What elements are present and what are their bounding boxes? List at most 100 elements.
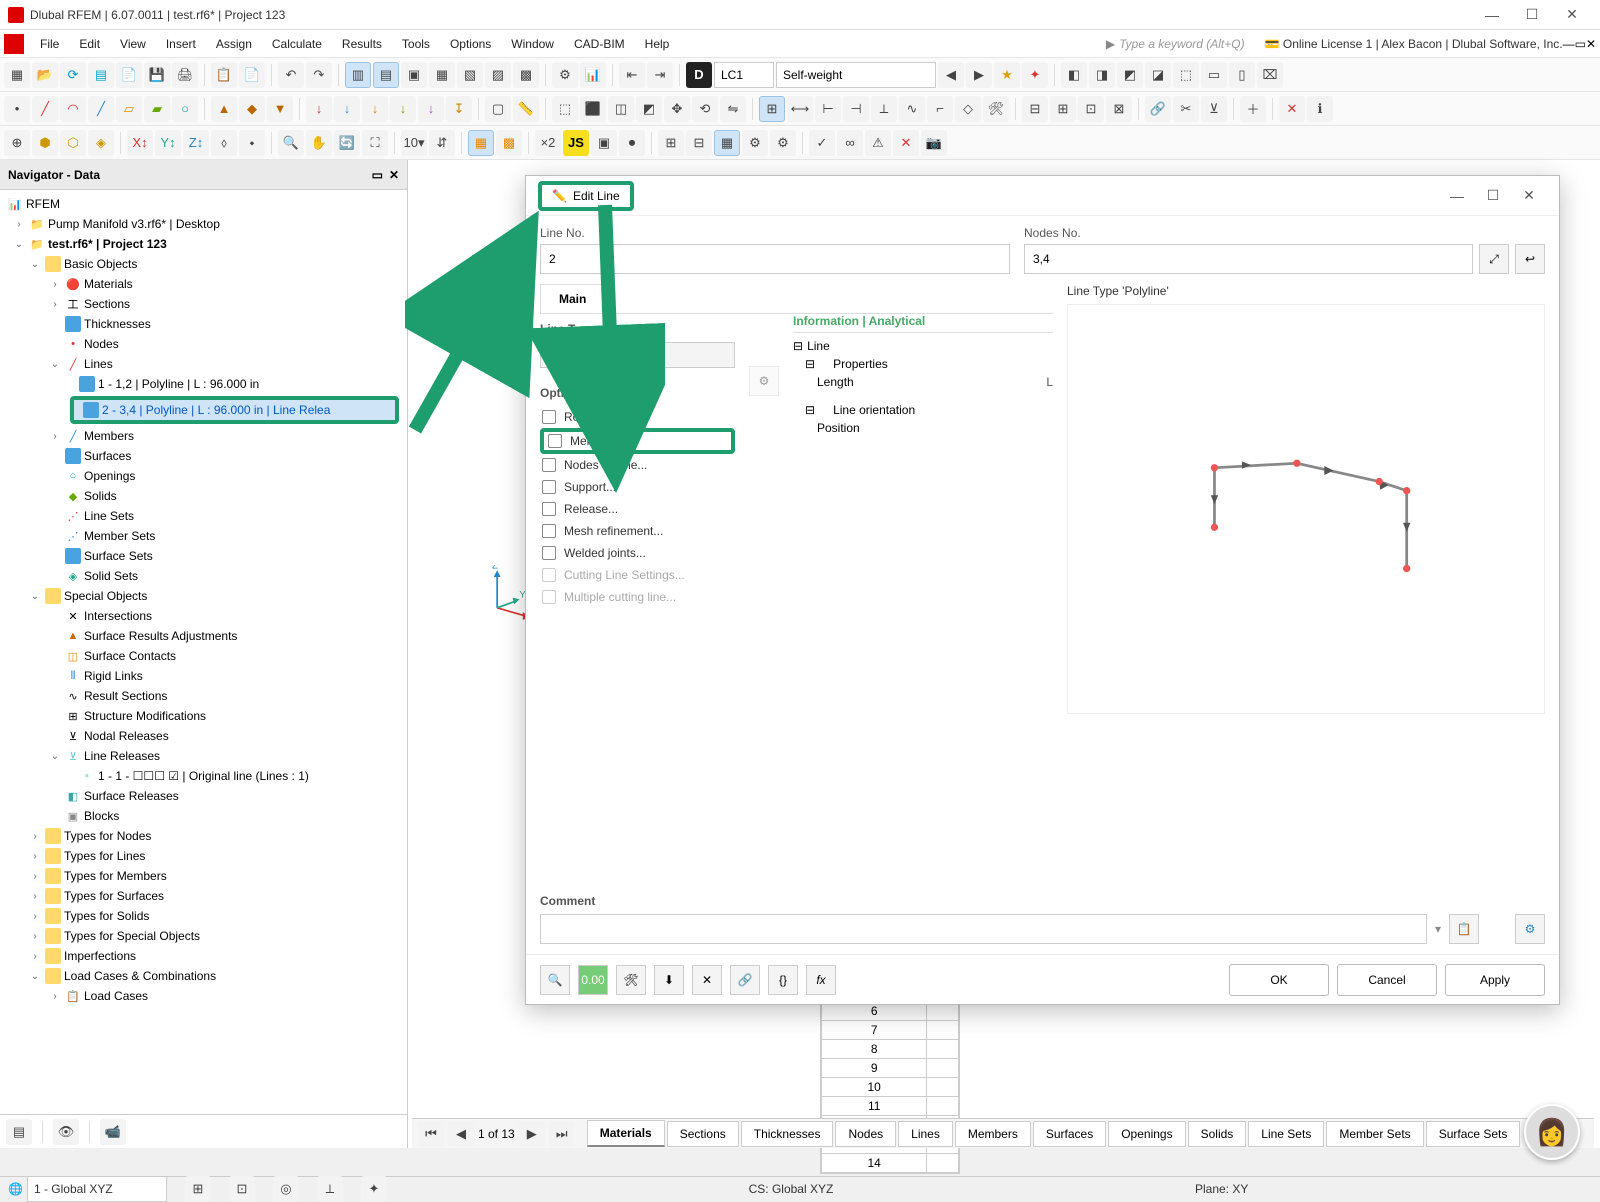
loadcase-code-dropdown[interactable]: LC1	[714, 62, 774, 88]
tb-view2-icon[interactable]: ▤	[373, 62, 399, 88]
status-grid-icon[interactable]: ⊞	[185, 1176, 211, 1202]
tb2-node-icon[interactable]: •	[4, 96, 30, 122]
tree-tnodes[interactable]: Types for Nodes	[64, 829, 151, 843]
tb2-dim1-icon[interactable]: ⟷	[787, 96, 813, 122]
tb2-load6-icon[interactable]: ↧	[446, 96, 472, 122]
apply-button[interactable]: Apply	[1445, 964, 1545, 996]
tree-tspecial[interactable]: Types for Special Objects	[64, 929, 200, 943]
tb2-load2-icon[interactable]: ↓	[334, 96, 360, 122]
menu-calculate[interactable]: Calculate	[262, 33, 332, 55]
tb-misc4-icon[interactable]: ◪	[1145, 62, 1171, 88]
footer-link-button[interactable]: 🔗	[730, 965, 760, 995]
tree-members[interactable]: Members	[84, 429, 134, 443]
status-cs-dropdown[interactable]: 1 - Global XYZ	[27, 1176, 167, 1202]
tb2-open-icon[interactable]: ○	[172, 96, 198, 122]
tb-align2-icon[interactable]: ⇥	[647, 62, 673, 88]
menu-view[interactable]: View	[110, 33, 156, 55]
tb2-dim7-icon[interactable]: ◇	[955, 96, 981, 122]
tb-doc-icon[interactable]: 📄	[116, 62, 142, 88]
tb2-move-icon[interactable]: ✥	[664, 96, 690, 122]
maximize-button[interactable]: ☐	[1512, 6, 1552, 23]
tb2-load3-icon[interactable]: ↓	[362, 96, 388, 122]
tb-misc6-icon[interactable]: ▭	[1201, 62, 1227, 88]
navigator-tree[interactable]: 📊RFEM ›📁Pump Manifold v3.rf6* | Desktop …	[0, 190, 407, 1114]
tb-copy-icon[interactable]: 📋	[211, 62, 237, 88]
opt-support[interactable]: Support...	[540, 476, 735, 498]
tree-materials[interactable]: Materials	[84, 277, 133, 291]
tb2-sup1-icon[interactable]: ▲	[211, 96, 237, 122]
tb3-mesh2-icon[interactable]: ⊟	[686, 130, 712, 156]
tree-imperf[interactable]: Imperfections	[64, 949, 136, 963]
tb3-mesh3-icon[interactable]: ▦	[714, 130, 740, 156]
tb-print-icon[interactable]: 🖨	[172, 62, 198, 88]
tb-grid-icon[interactable]: ▤	[88, 62, 114, 88]
tab-materials[interactable]: Materials	[587, 1120, 665, 1147]
navigator-pin-icon[interactable]: ▭	[372, 168, 383, 182]
footer-tool1-button[interactable]: 🛠	[616, 965, 646, 995]
menu-insert[interactable]: Insert	[156, 33, 206, 55]
tb3-gear2-icon[interactable]: ⚙	[770, 130, 796, 156]
opt-rotation[interactable]: Rotation...	[540, 406, 735, 428]
tab-membersets[interactable]: Member Sets	[1326, 1121, 1423, 1147]
tb3-cube2-icon[interactable]: ⬡	[60, 130, 86, 156]
tb-align1-icon[interactable]: ⇤	[619, 62, 645, 88]
navbot-grid-icon[interactable]: ▤	[6, 1119, 32, 1145]
collapse-icon[interactable]: ⌄	[12, 239, 26, 250]
nodes-reverse-button[interactable]: ↩	[1515, 244, 1545, 274]
mdi-min-button[interactable]: —	[1563, 37, 1575, 51]
tab-main[interactable]: Main	[540, 284, 605, 313]
tb3-orbit-icon[interactable]: 🔄	[334, 130, 360, 156]
tree-basic[interactable]: Basic Objects	[64, 257, 137, 271]
tab-nodes[interactable]: Nodes	[835, 1121, 896, 1147]
tb3-gear-icon[interactable]: ⚙	[742, 130, 768, 156]
tb2-line-icon[interactable]: ╱	[32, 96, 58, 122]
cancel-button[interactable]: Cancel	[1337, 964, 1437, 996]
opt-mesh[interactable]: Mesh refinement...	[540, 520, 735, 542]
tb-misc8-icon[interactable]: ⌧	[1257, 62, 1283, 88]
tb-d-icon[interactable]: D	[686, 62, 712, 88]
collapse-icon[interactable]: ⌄	[28, 591, 42, 602]
tree-lines[interactable]: Lines	[84, 357, 113, 371]
tb3-x-icon[interactable]: ✕	[893, 130, 919, 156]
tree-blocks[interactable]: Blocks	[84, 809, 119, 823]
tb3-iso-icon[interactable]: ⬨	[211, 130, 237, 156]
tb3-axisy-icon[interactable]: Y↕	[155, 130, 181, 156]
tb2-snap-icon[interactable]: ⊞	[759, 96, 785, 122]
tb2-dim5-icon[interactable]: ∿	[899, 96, 925, 122]
loadcase-name-dropdown[interactable]: Self-weight	[776, 62, 936, 88]
tree-linesets[interactable]: Line Sets	[84, 509, 134, 523]
checkbox-icon[interactable]	[542, 502, 556, 516]
tb3-target-icon[interactable]: ⊕	[4, 130, 30, 156]
tb-prev-icon[interactable]: ◀	[938, 62, 964, 88]
footer-units-button[interactable]: 0.00	[578, 965, 608, 995]
tb2-box-icon[interactable]: ▢	[485, 96, 511, 122]
comment-input[interactable]	[540, 914, 1427, 944]
tree-lcc[interactable]: Load Cases & Combinations	[64, 969, 216, 983]
tree-smod[interactable]: Structure Modifications	[84, 709, 206, 723]
tb2-tool-icon[interactable]: 🛠	[983, 96, 1009, 122]
tb2-rot-icon[interactable]: ⟲	[692, 96, 718, 122]
checkbox-icon[interactable]	[542, 524, 556, 538]
tab-sections[interactable]: Sections	[667, 1121, 739, 1147]
mdi-max-button[interactable]: ▭	[1575, 37, 1586, 51]
comment-dropdown-icon[interactable]: ▾	[1435, 922, 1441, 936]
footer-tool3-button[interactable]: ✕	[692, 965, 722, 995]
tree-line1[interactable]: 1 - 1,2 | Polyline | L : 96.000 in	[98, 377, 259, 391]
menu-help[interactable]: Help	[635, 33, 680, 55]
tb3-link-icon[interactable]: ∞	[837, 130, 863, 156]
page-first-icon[interactable]: ⏮	[418, 1121, 444, 1147]
tb2-break-icon[interactable]: ✂	[1173, 96, 1199, 122]
collapse-icon[interactable]: ⌄	[48, 359, 62, 370]
tree-lcases[interactable]: Load Cases	[84, 989, 148, 1003]
tb2-dim2-icon[interactable]: ⊢	[815, 96, 841, 122]
tb2-mirr-icon[interactable]: ⇋	[720, 96, 746, 122]
tb2-dim4-icon[interactable]: ⟂	[871, 96, 897, 122]
tb3-js-icon[interactable]: JS	[563, 130, 589, 156]
tb2-ex1-icon[interactable]: ⊟	[1022, 96, 1048, 122]
tab-lines[interactable]: Lines	[898, 1121, 953, 1147]
dialog-titlebar[interactable]: ✏️ Edit Line — ☐ ✕	[526, 176, 1559, 216]
tb-paste-icon[interactable]: 📄	[239, 62, 265, 88]
tb3-mesh1-icon[interactable]: ⊞	[658, 130, 684, 156]
tb-calc-icon[interactable]: ⚙	[552, 62, 578, 88]
expand-icon[interactable]: ›	[28, 831, 42, 842]
